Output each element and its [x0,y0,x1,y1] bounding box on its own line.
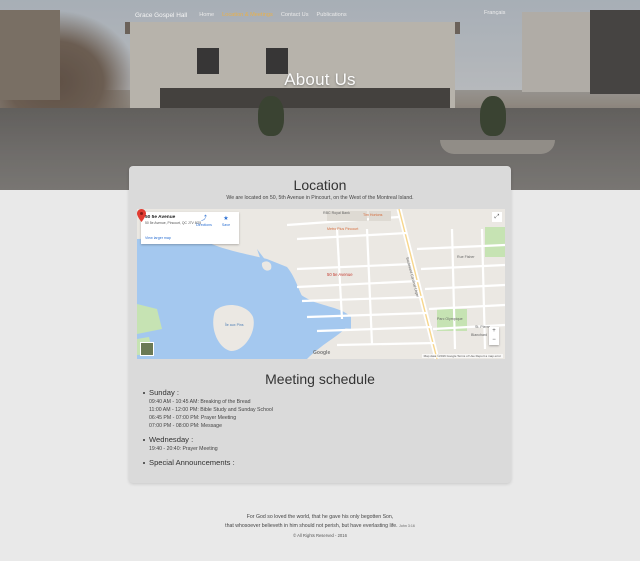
language-switch[interactable]: Français [484,10,505,16]
map-directions-label: Directions [196,223,212,227]
map-directions-button[interactable]: ⤴ Directions [195,216,213,227]
footer-verse: For God so loved the world, that he gave… [0,513,640,531]
zoom-out-button[interactable]: − [489,336,499,345]
map-save-button[interactable]: ★ Save [217,216,235,227]
verse-line-1: For God so loved the world, that he gave… [246,514,394,520]
content-card: Location We are located on 50, 5th Avenu… [129,166,511,483]
top-nav: Grace Gospel Hall Home Location & Meetin… [135,9,347,21]
map-label-blanchard: Blanchard [471,333,488,337]
view-larger-map-link[interactable]: View larger map [145,236,171,240]
schedule-entry: 06:45 PM - 07:00 PM: Prayer Meeting [149,415,237,421]
star-icon: ★ [223,216,229,222]
schedule-entry: 19:40 - 20:40: Prayer Meeting [149,446,218,452]
verse-line-2: that whosoever believeth in him should n… [0,522,640,531]
zoom-in-button[interactable]: + [489,327,499,336]
map-label-rue-fisher: Rue Fisher [457,255,475,259]
map-info-card: 50 5e Avenue 50 5e Avenue, Pincourt, QC … [141,212,239,244]
page-title: About Us [284,70,356,89]
nav-item-contact-us[interactable]: Contact Us [281,12,309,18]
schedule-day: Sunday : 09:40 AM - 10:45 AM: Breaking o… [143,388,503,430]
map-label-park: Parc Olympique [437,317,463,321]
verse-line-2-text: that whosoever believeth in him should n… [225,523,398,529]
hero-banner: Grace Gospel Hall Home Location & Meetin… [0,0,640,190]
day-name: Special Announcements : [143,458,503,468]
schedule-entry: 11:00 AM - 12:00 PM: Bible Study and Sun… [149,407,273,413]
schedule-day: Special Announcements : [143,458,503,468]
map-label-rbc: RBC Royal Bank [323,211,350,215]
map-pin-icon[interactable] [137,209,146,222]
embedded-map[interactable]: 50 5e Avenue 50 5e Avenue, Pincourt, QC … [137,209,505,359]
directions-icon: ⤴ [200,216,207,222]
map-label-metro: Metro Plus Pincourt [327,227,359,231]
satellite-toggle[interactable] [140,342,154,356]
schedule-entry: 09:40 AM - 10:45 AM: Breaking of the Bre… [149,399,251,405]
schedule-entry: 07:00 PM - 08:00 PM: Message [149,423,222,429]
map-save-label: Save [221,223,231,227]
map-zoom-control: + − [489,327,499,345]
meetings-heading: Meeting schedule [265,371,375,387]
verse-reference: John 3:16 [399,524,415,528]
location-heading: Location [293,177,347,193]
map-label-st-pierre: St. Pierre [475,325,490,329]
meeting-schedule: Sunday : 09:40 AM - 10:45 AM: Breaking o… [143,388,503,473]
nav-item-location-meetings[interactable]: Location & Meetings [222,12,273,18]
copyright: © All Rights Reserved - 2016 [293,533,347,538]
location-text: We are located on 50, 5th Avenue in Pinc… [226,195,414,201]
hero-overlay [0,0,640,190]
google-logo: Google [313,350,331,356]
map-pin-label: 50 5e Avenue [327,272,353,277]
nav-item-home[interactable]: Home [199,12,214,18]
schedule-day: Wednesday : 19:40 - 20:40: Prayer Meetin… [143,435,503,453]
nav-item-publications[interactable]: Publications [317,12,347,18]
map-label-ile-aux-pins: Île aux Pins [225,323,244,327]
map-label-tim: Tim Hortons [363,213,383,217]
site-brand[interactable]: Grace Gospel Hall [135,12,187,19]
map-footer[interactable]: Map data ©2016 Google Terms of Use Repor… [421,354,503,358]
day-name: Sunday : [143,388,503,398]
fullscreen-icon[interactable]: ⤢ [492,212,502,222]
day-name: Wednesday : [143,435,503,445]
